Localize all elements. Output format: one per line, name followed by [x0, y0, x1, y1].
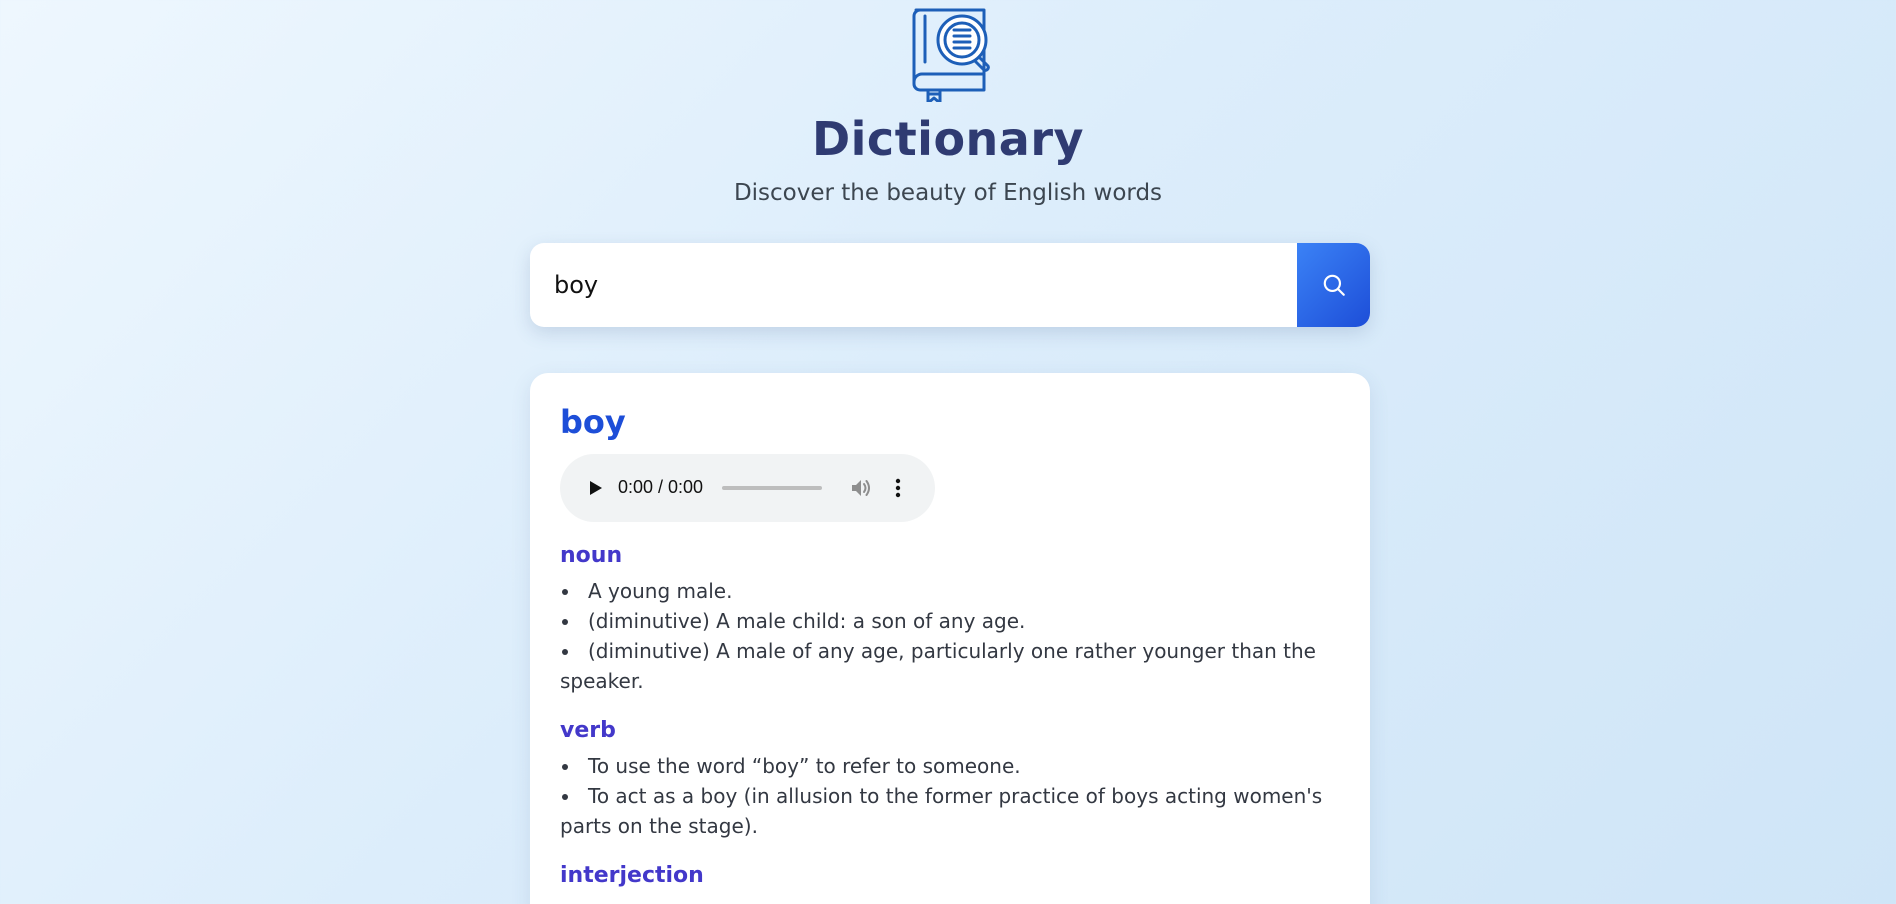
search-input[interactable]	[530, 243, 1297, 327]
app-title: Dictionary	[811, 112, 1085, 166]
play-icon	[590, 481, 602, 495]
definitions-verb: To use the word “boy” to refer to someon…	[560, 751, 1340, 841]
volume-icon	[852, 480, 870, 496]
definition-item: (diminutive) A male child: a son of any …	[560, 606, 1340, 636]
pronunciation-audio-player: 0:00 / 0:00	[560, 454, 935, 522]
definition-item: To use the word “boy” to refer to someon…	[560, 751, 1340, 781]
search-icon	[1323, 274, 1345, 296]
audio-volume-button[interactable]	[847, 474, 875, 502]
result-card: boy 0:00 / 0:00 noun A young male. (dimi…	[530, 373, 1370, 904]
part-of-speech-interjection: interjection	[560, 863, 704, 888]
audio-more-options-button[interactable]	[890, 474, 906, 502]
audio-progress-slider[interactable]	[722, 486, 822, 490]
part-of-speech-noun: noun	[560, 543, 623, 568]
search-bar	[530, 243, 1370, 327]
dictionary-book-icon	[912, 8, 990, 102]
part-of-speech-verb: verb	[560, 718, 616, 743]
definition-item: A young male.	[560, 576, 1340, 606]
definition-item: (diminutive) A male of any age, particul…	[560, 636, 1340, 696]
audio-time-display: 0:00 / 0:00	[618, 477, 704, 497]
audio-play-button[interactable]	[582, 474, 610, 502]
app-subtitle: Discover the beauty of English words	[733, 180, 1163, 206]
result-word: boy	[560, 403, 626, 441]
definitions-noun: A young male. (diminutive) A male child:…	[560, 576, 1340, 696]
search-button[interactable]	[1297, 243, 1370, 327]
definition-item: To act as a boy (in allusion to the form…	[560, 781, 1340, 841]
more-vertical-icon	[895, 478, 901, 498]
